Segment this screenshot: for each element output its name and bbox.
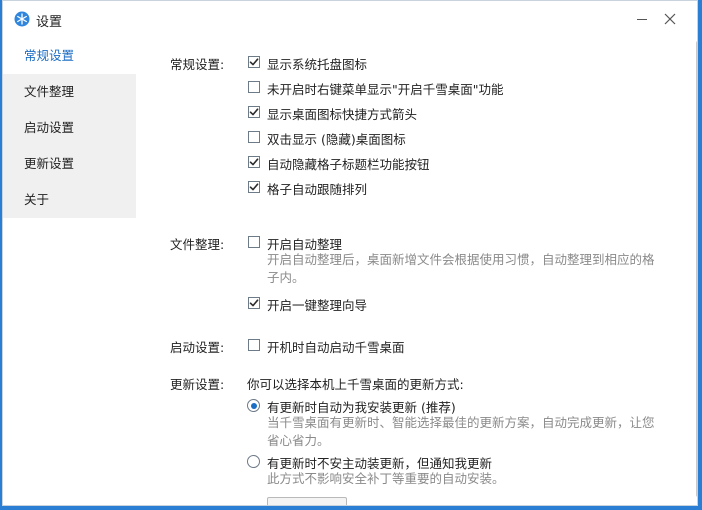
settings-window: 设置 常规设置 文件整理 启动设置 更新设置 关于 常规设置: 显示系统托盘图标… (2, 0, 698, 506)
minimize-icon (637, 19, 647, 20)
checkmark-icon (249, 158, 259, 166)
general-section-label: 常规设置: (170, 57, 225, 72)
double-click-hide-checkbox[interactable] (248, 131, 260, 143)
startup-section-label: 启动设置: (170, 340, 225, 355)
sidebar-item-general[interactable]: 常规设置 (3, 38, 136, 74)
auto-update-description-line2: 省心省力。 (267, 433, 330, 448)
sidebar: 常规设置 文件整理 启动设置 更新设置 关于 (3, 38, 136, 218)
shortcut-arrow-label[interactable]: 显示桌面图标快捷方式箭头 (267, 104, 417, 123)
snowflake-app-icon (14, 11, 30, 27)
one-click-wizard-checkbox[interactable] (248, 297, 260, 309)
sidebar-item-startup[interactable]: 启动设置 (3, 110, 136, 146)
window-title: 设置 (36, 15, 63, 30)
settings-content: 常规设置: 显示系统托盘图标 未开启时右键菜单显示"开启千雪桌面"功能 显示桌面… (136, 38, 691, 505)
autostart-checkbox[interactable] (248, 339, 260, 351)
checkmark-icon (249, 183, 259, 191)
file-organize-section-label: 文件整理: (170, 237, 225, 252)
checkmark-icon (249, 108, 259, 116)
show-tray-icon-checkbox[interactable] (248, 56, 260, 68)
sidebar-item-about[interactable]: 关于 (3, 182, 136, 218)
auto-arrange-grid-label[interactable]: 格子自动跟随排列 (267, 179, 367, 198)
update-section-label: 更新设置: (170, 377, 225, 392)
auto-hide-titlebar-buttons-checkbox[interactable] (248, 156, 260, 168)
context-menu-label[interactable]: 未开启时右键菜单显示"开启千雪桌面"功能 (267, 79, 504, 98)
minimize-button[interactable] (631, 8, 653, 30)
autostart-label[interactable]: 开机时自动启动千雪桌面 (267, 337, 405, 356)
sidebar-item-file-organize[interactable]: 文件整理 (3, 74, 136, 110)
shortcut-arrow-checkbox[interactable] (248, 106, 260, 118)
context-menu-checkbox[interactable] (248, 81, 260, 93)
sidebar-item-update[interactable]: 更新设置 (3, 146, 136, 182)
radio-selected-dot (250, 402, 257, 409)
notify-update-description: 此方式不影响安全补丁等重要的自动安装。 (267, 471, 505, 486)
auto-hide-titlebar-buttons-label[interactable]: 自动隐藏格子标题栏功能按钮 (267, 154, 430, 173)
scrollbar-thumb[interactable] (696, 41, 697, 497)
title-bar: 设置 (3, 1, 697, 37)
notify-update-radio[interactable] (247, 455, 260, 468)
auto-organize-checkbox[interactable] (248, 236, 260, 248)
double-click-hide-label[interactable]: 双击显示 (隐藏)桌面图标 (267, 129, 406, 148)
auto-arrange-grid-checkbox[interactable] (248, 181, 260, 193)
checkmark-icon (249, 58, 259, 66)
auto-update-radio[interactable] (247, 399, 260, 412)
close-button[interactable] (659, 8, 681, 30)
auto-update-description-line1: 当千雪桌面有更新时、智能选择最佳的更新方案，自动完成更新，让您 (267, 415, 655, 430)
update-intro-text: 你可以选择本机上千雪桌面的更新方式: (247, 377, 464, 392)
one-click-wizard-label[interactable]: 开启一键整理向导 (267, 295, 367, 314)
auto-organize-description-line2: 子内。 (267, 270, 305, 285)
auto-organize-description-line1: 开启自动整理后，桌面新增文件会根据使用习惯，自动整理到相应的格 (267, 252, 655, 267)
partially-visible-button[interactable] (267, 497, 347, 505)
show-tray-icon-label[interactable]: 显示系统托盘图标 (267, 54, 367, 73)
checkmark-icon (249, 299, 259, 307)
close-icon (664, 13, 676, 25)
